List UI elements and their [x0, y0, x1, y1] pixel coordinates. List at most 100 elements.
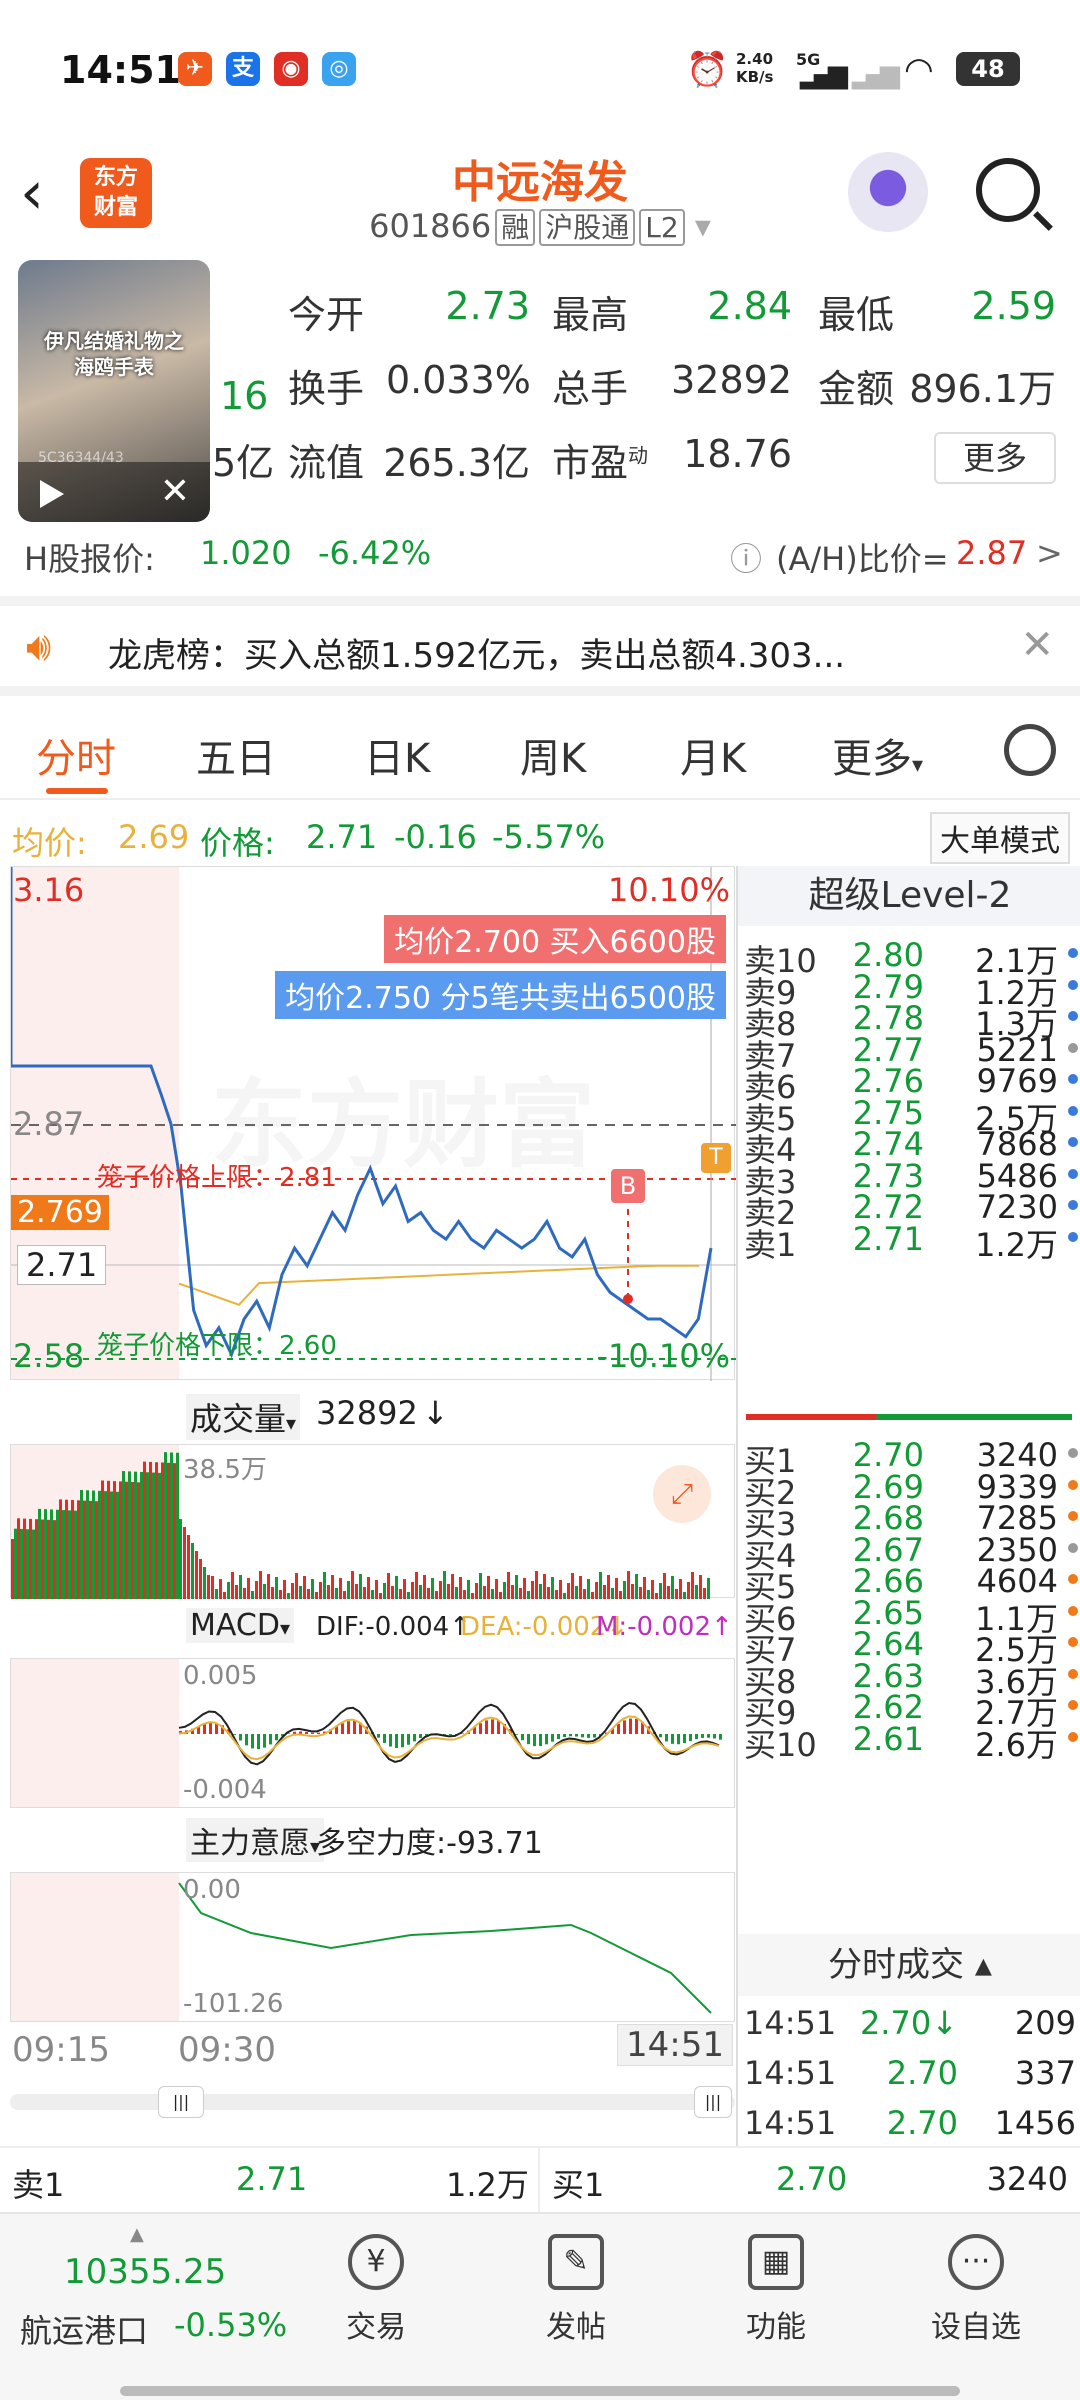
volume-bar — [259, 1571, 262, 1599]
turnover-label: 换手 — [288, 367, 365, 411]
tab-weekly-k[interactable]: 周K — [520, 726, 586, 784]
volume-bar — [14, 1528, 17, 1599]
volume-bar — [347, 1581, 350, 1599]
tab-more[interactable]: 更多▾ — [832, 726, 923, 784]
buy-order-source-dot — [1068, 1479, 1078, 1490]
assistant-avatar[interactable] — [848, 152, 928, 232]
volume-bar — [187, 1535, 190, 1599]
sector-index-button[interactable]: ▲ 10355.25 航运港口 -0.53% — [0, 2214, 290, 2400]
volume-bar — [307, 1589, 310, 1599]
quick-sell-price: 2.71 — [236, 2160, 308, 2198]
sell-order-badge[interactable]: 均价2.750 分5笔共卖出6500股 — [275, 971, 726, 1019]
nav-functions[interactable]: ▦ 功能 — [706, 2234, 846, 2346]
floating-video[interactable]: 伊凡结婚礼物之 海鸥手表 5C36344/43 ✕ — [18, 260, 210, 522]
volume-indicator-select[interactable]: 成交量▾ — [186, 1394, 301, 1440]
volume-bar — [615, 1578, 618, 1599]
volume-bar — [555, 1590, 558, 1599]
cap-partial: 5亿 — [212, 441, 275, 485]
more-button[interactable]: 更多 — [934, 432, 1056, 484]
macd-histogram-bar — [701, 1734, 704, 1738]
tick-trades-header[interactable]: 分时成交 ▴ — [738, 1934, 1080, 1996]
volume-bar — [65, 1499, 68, 1599]
quick-buy-label: 买1 — [552, 2166, 605, 2204]
high-label: 最高 — [552, 293, 629, 337]
macd-histogram-bar — [275, 1734, 278, 1741]
volume-bar — [407, 1592, 410, 1599]
time-range-slider[interactable] — [10, 2094, 735, 2110]
buy-order-source-dot — [1068, 1448, 1078, 1458]
volume-bar — [507, 1572, 510, 1599]
main-force-panel[interactable]: 0.00 -101.26 — [10, 1872, 735, 2022]
intraday-chart[interactable]: 东方财富 3.16 10.10% 均价2.700 买入6600股 均价2.750… — [10, 866, 736, 2118]
volume-bar — [523, 1578, 526, 1599]
slider-handle-right[interactable]: ||| — [694, 2086, 732, 2118]
h-share-row[interactable]: H股报价: 1.020 -6.42% ⓘ (A/H)比价= 2.87 > — [0, 520, 1080, 590]
up-arrow-icon: ▲ — [130, 2224, 144, 2245]
volume-bar — [603, 1585, 606, 1599]
dragon-tiger-banner[interactable]: 🔊︎ 龙虎榜：买入总额1.592亿元，卖出总额4.303... ✕ — [0, 596, 1080, 696]
volume-bar — [170, 1452, 173, 1599]
volume-bar — [191, 1543, 194, 1599]
tick-volume: 209 — [1014, 2004, 1076, 2042]
close-icon[interactable]: ✕ — [160, 471, 190, 512]
buy-order-price: 2.61 — [852, 1719, 924, 1758]
volume-bar — [311, 1579, 314, 1599]
volume-bar — [235, 1585, 238, 1599]
volume-bar — [623, 1581, 626, 1599]
buy-marker-icon[interactable]: B — [611, 1169, 645, 1203]
h-share-price: 1.020 — [200, 534, 292, 572]
sell-order-row[interactable]: 卖1 2.71 1.2万 — [738, 1220, 1080, 1268]
volume-bar — [68, 1510, 71, 1599]
dif-value: DIF:-0.004↑ — [316, 1612, 471, 1642]
tab-daily-k[interactable]: 日K — [364, 726, 430, 784]
nav-trade[interactable]: ¥ 交易 — [306, 2234, 446, 2346]
cage-upper-label: 笼子价格上限：2.81 — [97, 1163, 337, 1193]
volume-bar — [459, 1577, 462, 1599]
settings-icon[interactable] — [1004, 724, 1056, 776]
volume-bar — [227, 1582, 230, 1599]
tick-price: 2.70↓ — [859, 2004, 958, 2042]
big-order-mode-button[interactable]: 大单模式 — [930, 812, 1070, 864]
macd-histogram-bar — [551, 1734, 554, 1742]
buy-order-badge[interactable]: 均价2.700 买入6600股 — [384, 915, 726, 963]
trade-marker-icon[interactable]: T — [701, 1143, 731, 1173]
time-open: 09:30 — [178, 2030, 276, 2070]
tab-five-day[interactable]: 五日 — [196, 726, 276, 784]
dragon-tiger-text: 龙虎榜：买入总额1.592亿元，卖出总额4.303... — [108, 636, 846, 676]
volume-bar — [487, 1576, 490, 1599]
stock-code: 601866 — [369, 207, 492, 245]
close-icon[interactable]: ✕ — [1020, 622, 1054, 668]
best-quote-bar[interactable]: 卖1 2.71 1.2万 买1 2.70 3240 — [0, 2146, 1080, 2214]
macd-histogram-bar — [683, 1734, 686, 1744]
search-icon[interactable] — [976, 158, 1040, 222]
volume-bar — [511, 1585, 514, 1599]
volume-bar — [467, 1580, 470, 1599]
price-panel[interactable]: 东方财富 3.16 10.10% 均价2.700 买入6600股 均价2.750… — [10, 866, 736, 1381]
play-icon[interactable] — [40, 480, 64, 508]
tab-monthly-k[interactable]: 月K — [680, 726, 746, 784]
slider-handle-left[interactable]: ||| — [158, 2086, 204, 2118]
macd-histogram-bar — [563, 1734, 566, 1738]
sell-order-level: 卖1 — [744, 1225, 797, 1264]
active-tab-indicator — [46, 788, 108, 794]
volume-bar — [439, 1581, 442, 1599]
macd-panel[interactable]: 0.005 -0.004 — [10, 1658, 735, 1808]
tab-intraday[interactable]: 分时 — [36, 726, 116, 784]
macd-indicator-select[interactable]: MACD▾ — [186, 1608, 294, 1643]
main-force-header: 主力意愿▾ 多空力度:-93.71 — [10, 1814, 735, 1864]
macd-histogram-bar — [581, 1734, 584, 1738]
nav-add-watchlist[interactable]: ··· 设自选 — [906, 2234, 1046, 2346]
volume-bar — [110, 1491, 113, 1599]
volume-bar — [80, 1489, 83, 1599]
buy-order-row[interactable]: 买10 2.61 2.6万 — [738, 1720, 1080, 1768]
main-force-select[interactable]: 主力意愿▾ — [186, 1818, 325, 1862]
cage-lower-label: 笼子价格下限：2.60 — [97, 1331, 337, 1361]
low-value: 2.59 — [971, 284, 1056, 328]
nav-post[interactable]: ✎ 发帖 — [506, 2234, 646, 2346]
level2-title[interactable]: 超级Level-2 — [738, 866, 1080, 926]
expand-icon[interactable]: ⤢ — [653, 1465, 711, 1523]
help-icon[interactable]: ⓘ — [730, 534, 762, 580]
open-value: 2.73 — [445, 284, 530, 328]
volume-bar — [113, 1481, 116, 1599]
volume-panel[interactable]: 38.5万 ⤢ — [10, 1444, 735, 1599]
